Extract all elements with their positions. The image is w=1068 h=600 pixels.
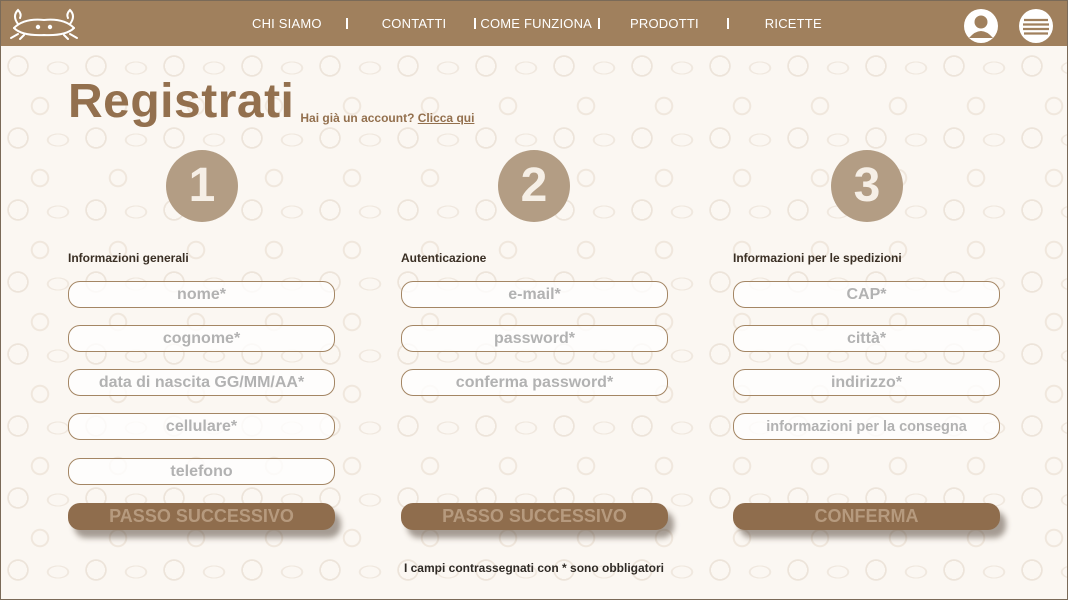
- nav-separator: [474, 17, 477, 29]
- page-title: Registrati: [68, 75, 295, 128]
- main-nav: CHI SIAMO CONTATTI COME FUNZIONA PRODOTT…: [252, 0, 822, 46]
- section-title-authentication: Autenticazione: [401, 251, 487, 265]
- nav-chi-siamo[interactable]: CHI SIAMO: [252, 16, 322, 31]
- required-fields-note: I campi contrassegnati con * sono obblig…: [403, 561, 665, 575]
- login-prompt: Hai già un account? Clicca qui: [300, 111, 474, 125]
- step-1-badge: 1: [166, 150, 238, 222]
- mobile-field[interactable]: [68, 413, 335, 440]
- nav-separator: [598, 17, 601, 29]
- birthdate-field[interactable]: [68, 369, 335, 396]
- top-navigation-bar: CHI SIAMO CONTATTI COME FUNZIONA PRODOTT…: [0, 0, 1068, 46]
- title-row: Registrati Hai già un account? Clicca qu…: [68, 74, 474, 130]
- nav-ricette[interactable]: RICETTE: [765, 16, 822, 31]
- delivery-info-field[interactable]: [733, 413, 1000, 440]
- section-title-general-info: Informazioni generali: [68, 251, 189, 265]
- email-field[interactable]: [401, 281, 668, 308]
- city-field[interactable]: [733, 325, 1000, 352]
- confirm-button[interactable]: CONFERMA: [733, 503, 1000, 530]
- nav-prodotti[interactable]: PRODOTTI: [630, 16, 699, 31]
- password-field[interactable]: [401, 325, 668, 352]
- section-title-shipping-info: Informazioni per le spedizioni: [733, 251, 902, 265]
- login-link[interactable]: Clicca qui: [418, 111, 475, 125]
- login-prompt-text: Hai già un account?: [300, 111, 415, 125]
- next-step-button-1[interactable]: PASSO SUCCESSIVO: [68, 503, 335, 530]
- phone-field[interactable]: [68, 458, 335, 485]
- nav-separator: [345, 17, 348, 29]
- hamburger-menu-icon[interactable]: [1018, 8, 1054, 44]
- step-2-badge: 2: [498, 150, 570, 222]
- crab-icon[interactable]: [8, 6, 80, 40]
- nav-separator: [726, 17, 729, 29]
- confirm-password-field[interactable]: [401, 369, 668, 396]
- name-field[interactable]: [68, 281, 335, 308]
- address-field[interactable]: [733, 369, 1000, 396]
- next-step-button-2[interactable]: PASSO SUCCESSIVO: [401, 503, 668, 530]
- user-avatar-icon[interactable]: [963, 8, 999, 44]
- nav-come-funziona[interactable]: COME FUNZIONA: [480, 16, 592, 31]
- postal-code-field[interactable]: [733, 281, 1000, 308]
- nav-contatti[interactable]: CONTATTI: [382, 16, 447, 31]
- step-3-badge: 3: [831, 150, 903, 222]
- surname-field[interactable]: [68, 325, 335, 352]
